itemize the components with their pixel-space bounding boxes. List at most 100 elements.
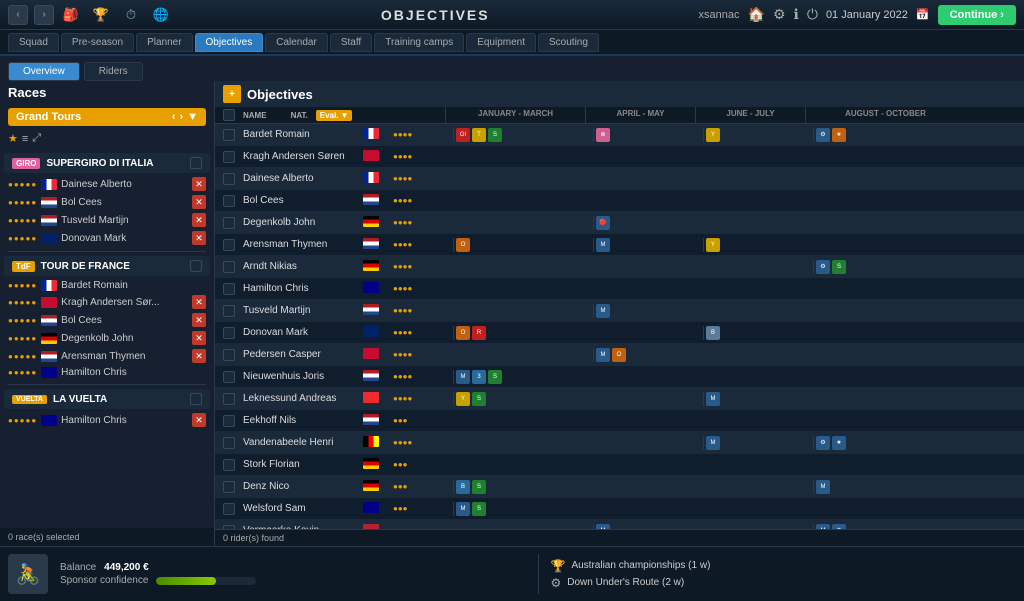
list-item: ●●●●● Hamilton Chris — [0, 365, 214, 380]
tab-staff[interactable]: Staff — [330, 33, 372, 52]
section-tdf[interactable]: TdF TOUR DE FRANCE — [4, 256, 210, 276]
tab-training-camps[interactable]: Training camps — [374, 33, 464, 52]
section-giro[interactable]: GIRO SUPERGIRO DI ITALIA — [4, 153, 210, 173]
races-list: GIRO SUPERGIRO DI ITALIA ●●●●● Dainese A… — [0, 147, 214, 528]
row-checkbox[interactable] — [223, 503, 243, 515]
row-checkbox[interactable] — [223, 371, 243, 383]
arrow-left-icon[interactable]: ‹ — [172, 111, 176, 123]
continue-button[interactable]: Continue › — [938, 5, 1016, 25]
tab-objectives[interactable]: Objectives — [195, 33, 264, 52]
tab-planner[interactable]: Planner — [136, 33, 192, 52]
tab-calendar[interactable]: Calendar — [265, 33, 328, 52]
row-checkbox[interactable] — [223, 283, 243, 295]
row-checkbox[interactable] — [223, 393, 243, 405]
remove-button[interactable]: ✕ — [192, 349, 206, 363]
divider — [8, 384, 206, 385]
race-badge: S — [472, 502, 486, 516]
tab-scouting[interactable]: Scouting — [538, 33, 599, 52]
tab-equipment[interactable]: Equipment — [466, 33, 536, 52]
remove-button[interactable]: ✕ — [192, 231, 206, 245]
add-objective-button[interactable]: + — [223, 85, 241, 103]
vuelta-checkbox[interactable] — [190, 393, 202, 405]
forward-button[interactable]: › — [34, 5, 54, 25]
table-row[interactable]: Leknessund Andreas ●●●● YS M — [215, 388, 1024, 410]
race-badge: Y — [706, 238, 720, 252]
row-checkbox[interactable] — [223, 305, 243, 317]
rider-eval: ●●●● — [393, 306, 453, 315]
table-row[interactable]: Donovan Mark ●●●● OR B — [215, 322, 1024, 344]
giro-checkbox[interactable] — [190, 157, 202, 169]
table-row[interactable]: Arndt Nikias ●●●● ⚙S — [215, 256, 1024, 278]
arrow-right-icon[interactable]: › — [179, 111, 183, 123]
table-row[interactable]: Kragh Andersen Søren ●●●● — [215, 146, 1024, 168]
flag-au — [41, 367, 57, 378]
table-row[interactable]: Stork Florian ●●● — [215, 454, 1024, 476]
expand-icon[interactable]: ▼ — [187, 111, 198, 123]
confidence-label: Sponsor confidence — [60, 575, 148, 586]
rider-name: Arndt Nikias — [243, 261, 363, 272]
row-checkbox[interactable] — [223, 151, 243, 163]
remove-button[interactable]: ✕ — [192, 413, 206, 427]
period-aug-header: AUGUST - OCTOBER — [805, 107, 965, 123]
row-checkbox[interactable] — [223, 459, 243, 471]
row-checkbox[interactable] — [223, 239, 243, 251]
subtab-overview[interactable]: Overview — [8, 62, 80, 81]
table-row[interactable]: Welsford Sam ●●● MS — [215, 498, 1024, 520]
row-checkbox[interactable] — [223, 261, 243, 273]
period-jan: MS — [453, 502, 593, 516]
row-checkbox[interactable] — [223, 173, 243, 185]
stars: ●●●●● — [8, 198, 37, 207]
row-checkbox[interactable] — [223, 349, 243, 361]
races-selected-status: 0 race(s) selected — [0, 528, 214, 546]
table-row[interactable]: Hamilton Chris ●●●● — [215, 278, 1024, 300]
remove-button[interactable]: ✕ — [192, 313, 206, 327]
row-checkbox[interactable] — [223, 327, 243, 339]
table-row[interactable]: Vermaerke Kevin ●●● M M⚙ — [215, 520, 1024, 529]
select-all-checkbox[interactable] — [223, 109, 235, 121]
tab-preseason[interactable]: Pre-season — [61, 33, 134, 52]
table-row[interactable]: Dainese Alberto ●●●● — [215, 168, 1024, 190]
expand-all-icon[interactable]: ⤢ — [32, 132, 41, 145]
remove-button[interactable]: ✕ — [192, 177, 206, 191]
table-row[interactable]: Arensman Thymen ●●●● O M Y — [215, 234, 1024, 256]
globe-icon[interactable]: 🌐 — [150, 4, 172, 26]
remove-button[interactable]: ✕ — [192, 331, 206, 345]
table-row[interactable]: Eekhoff Nils ●●● — [215, 410, 1024, 432]
section-vuelta[interactable]: VUELTA LA VUELTA — [4, 389, 210, 409]
subtab-riders[interactable]: Riders — [84, 62, 143, 81]
remove-button[interactable]: ✕ — [192, 195, 206, 209]
row-checkbox[interactable] — [223, 415, 243, 427]
confidence-fill — [156, 577, 216, 585]
tab-squad[interactable]: Squad — [8, 33, 59, 52]
clock-icon[interactable]: ⏱ — [120, 4, 142, 26]
row-checkbox[interactable] — [223, 481, 243, 493]
row-checkbox[interactable] — [223, 217, 243, 229]
briefcase-icon[interactable]: 🎒 — [60, 4, 82, 26]
table-row[interactable]: Vandenabeele Henri ●●●● M ⚙★ — [215, 432, 1024, 454]
back-button[interactable]: ‹ — [8, 5, 28, 25]
trophy-icon[interactable]: 🏆 — [90, 4, 112, 26]
table-row[interactable]: Nieuwenhuis Joris ●●●● M3S — [215, 366, 1024, 388]
tdf-checkbox[interactable] — [190, 260, 202, 272]
remove-button[interactable]: ✕ — [192, 213, 206, 227]
row-checkbox[interactable] — [223, 129, 243, 141]
add-race-icon[interactable]: ★ — [8, 132, 18, 145]
table-row[interactable]: Tusveld Martijn ●●●● M — [215, 300, 1024, 322]
table-row[interactable]: Bardet Romain ●●●● GI T S ⊕ Y ⚙ ★ — [215, 124, 1024, 146]
race-badge: M — [456, 502, 470, 516]
eval-col-sort[interactable]: Eval. ▼ — [316, 110, 353, 121]
rider-name: Nieuwenhuis Joris — [243, 371, 363, 382]
table-row[interactable]: Degenkolb John ●●●● 🔴 — [215, 212, 1024, 234]
race-badge: B — [706, 326, 720, 340]
wheel-icon: ⚙ — [551, 576, 562, 590]
table-row[interactable]: Bol Cees ●●●● — [215, 190, 1024, 212]
races-dropdown[interactable]: Grand Tours ‹ › ▼ — [8, 108, 206, 126]
race-badge: M — [706, 392, 720, 406]
table-row[interactable]: Denz Nico ●●● BS M — [215, 476, 1024, 498]
list-icon[interactable]: ≡ — [22, 133, 28, 145]
remove-button[interactable]: ✕ — [192, 295, 206, 309]
flag-gb — [41, 233, 57, 244]
row-checkbox[interactable] — [223, 195, 243, 207]
row-checkbox[interactable] — [223, 437, 243, 449]
table-row[interactable]: Pedersen Casper ●●●● MO — [215, 344, 1024, 366]
